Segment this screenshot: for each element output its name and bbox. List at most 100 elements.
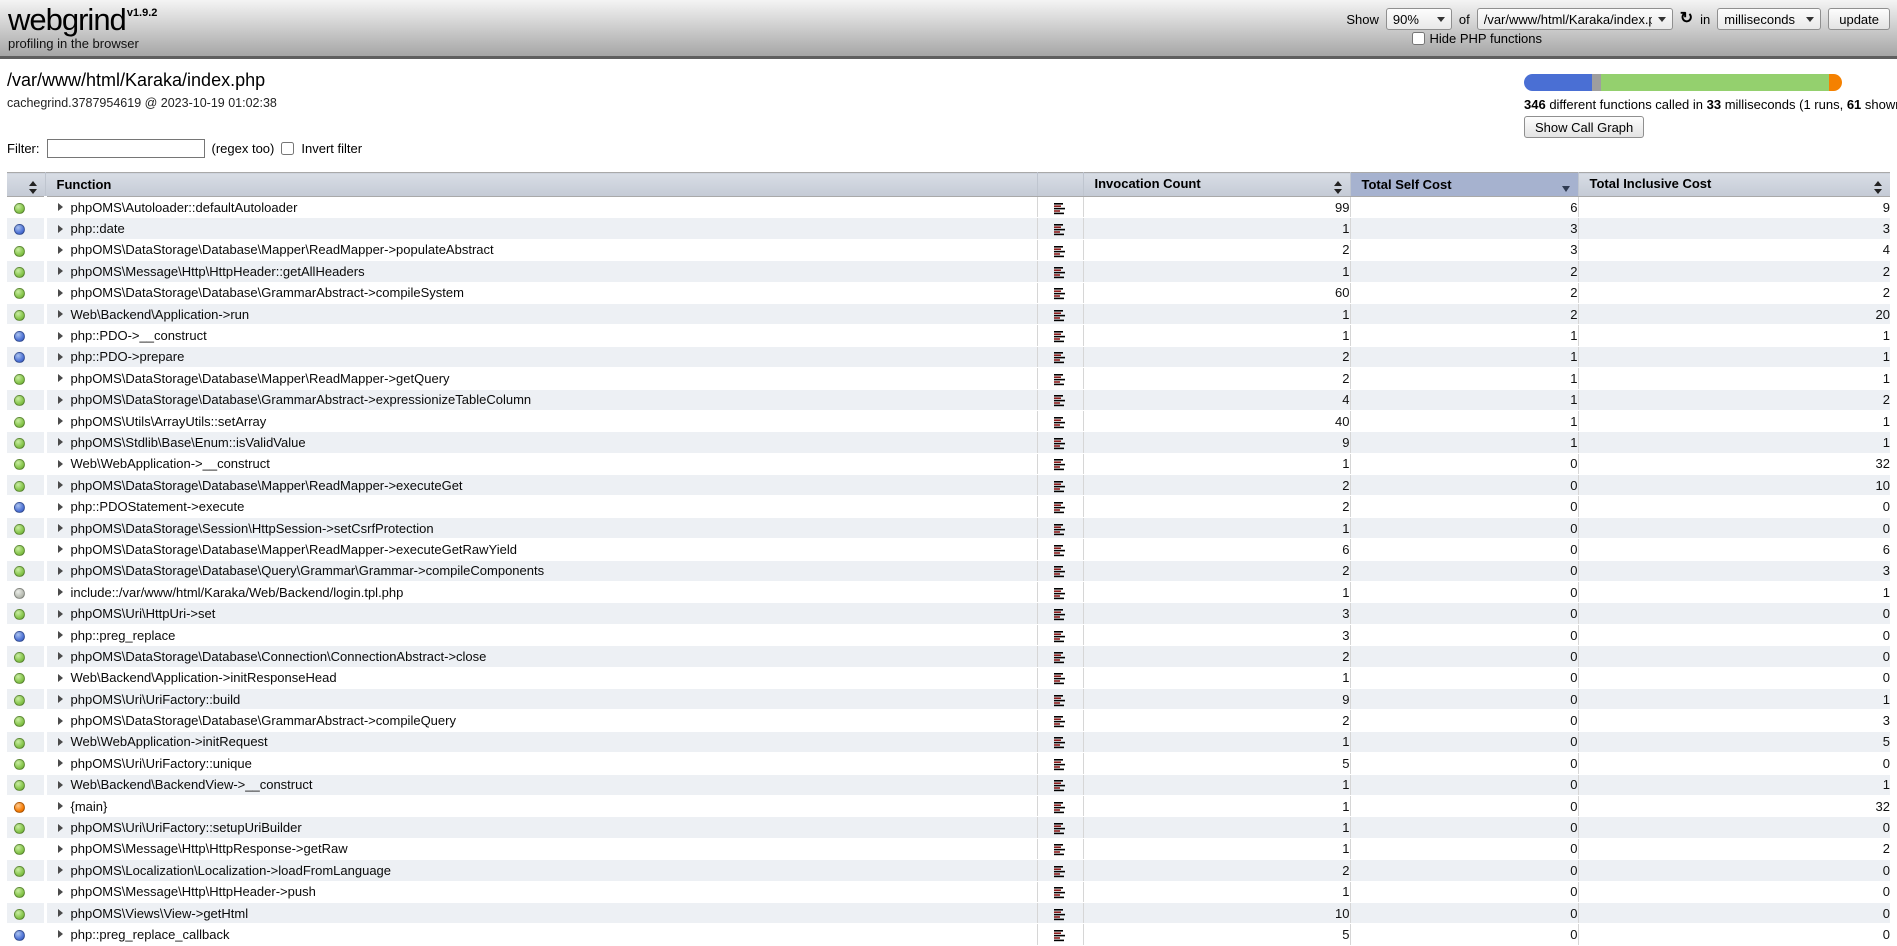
expand-arrow-icon[interactable] (58, 781, 63, 789)
function-name-cell[interactable]: phpOMS\Uri\UriFactory::setupUriBuilder (45, 817, 1037, 838)
expand-arrow-icon[interactable] (58, 567, 63, 575)
function-name-cell[interactable]: phpOMS\DataStorage\Database\Mapper\ReadM… (45, 539, 1037, 560)
function-name-cell[interactable]: phpOMS\Uri\HttpUri->set (45, 603, 1037, 624)
function-name-cell[interactable]: phpOMS\DataStorage\Session\HttpSession->… (45, 517, 1037, 538)
expand-arrow-icon[interactable] (58, 310, 63, 318)
cost-unit-select[interactable]: milliseconds (1717, 8, 1821, 30)
view-source-cell[interactable] (1037, 325, 1083, 346)
hide-php-checkbox[interactable] (1412, 32, 1425, 45)
self-cost-column-header[interactable]: Total Self Cost (1350, 173, 1578, 197)
update-button[interactable]: update (1828, 8, 1890, 30)
function-name-cell[interactable]: Web\WebApplication->__construct (45, 453, 1037, 474)
expand-arrow-icon[interactable] (58, 930, 63, 938)
function-name-cell[interactable]: phpOMS\Message\Http\HttpHeader::getAllHe… (45, 261, 1037, 282)
function-name-cell[interactable]: phpOMS\Uri\UriFactory::unique (45, 753, 1037, 774)
filter-input[interactable] (47, 139, 205, 158)
expand-arrow-icon[interactable] (58, 674, 63, 682)
view-source-cell[interactable] (1037, 410, 1083, 431)
view-source-cell[interactable] (1037, 517, 1083, 538)
cachegrind-file-select[interactable]: /var/www/html/Karaka/index.p (1477, 8, 1673, 30)
expand-arrow-icon[interactable] (58, 652, 63, 660)
function-name-cell[interactable]: phpOMS\Stdlib\Base\Enum::isValidValue (45, 432, 1037, 453)
expand-arrow-icon[interactable] (58, 545, 63, 553)
function-name-cell[interactable]: phpOMS\Views\View->getHtml (45, 902, 1037, 923)
expand-arrow-icon[interactable] (58, 717, 63, 725)
view-source-cell[interactable] (1037, 924, 1083, 945)
function-name-cell[interactable]: php::PDOStatement->execute (45, 496, 1037, 517)
view-source-cell[interactable] (1037, 817, 1083, 838)
expand-arrow-icon[interactable] (58, 267, 63, 275)
expand-arrow-icon[interactable] (58, 759, 63, 767)
expand-arrow-icon[interactable] (58, 246, 63, 254)
view-source-cell[interactable] (1037, 838, 1083, 859)
view-source-cell[interactable] (1037, 603, 1083, 624)
function-name-cell[interactable]: phpOMS\DataStorage\Database\Query\Gramma… (45, 560, 1037, 581)
view-source-cell[interactable] (1037, 303, 1083, 324)
view-source-cell[interactable] (1037, 389, 1083, 410)
percent-select[interactable]: 90% (1386, 8, 1452, 30)
view-source-cell[interactable] (1037, 496, 1083, 517)
expand-arrow-icon[interactable] (58, 438, 63, 446)
function-name-cell[interactable]: Web\Backend\Application->run (45, 303, 1037, 324)
view-source-cell[interactable] (1037, 282, 1083, 303)
expand-arrow-icon[interactable] (58, 503, 63, 511)
function-name-cell[interactable]: php::preg_replace (45, 624, 1037, 645)
view-source-cell[interactable] (1037, 688, 1083, 709)
expand-arrow-icon[interactable] (58, 802, 63, 810)
view-source-cell[interactable] (1037, 475, 1083, 496)
function-name-cell[interactable]: phpOMS\Autoloader::defaultAutoloader (45, 197, 1037, 218)
view-source-cell[interactable] (1037, 731, 1083, 752)
refresh-icon[interactable]: ↻ (1680, 11, 1693, 27)
view-source-cell[interactable] (1037, 774, 1083, 795)
view-source-cell[interactable] (1037, 646, 1083, 667)
view-source-cell[interactable] (1037, 218, 1083, 239)
show-call-graph-button[interactable]: Show Call Graph (1524, 116, 1644, 138)
function-name-cell[interactable]: phpOMS\DataStorage\Database\Mapper\ReadM… (45, 368, 1037, 389)
function-name-cell[interactable]: phpOMS\DataStorage\Database\Mapper\ReadM… (45, 475, 1037, 496)
expand-arrow-icon[interactable] (58, 588, 63, 596)
expand-arrow-icon[interactable] (58, 695, 63, 703)
view-source-cell[interactable] (1037, 261, 1083, 282)
expand-arrow-icon[interactable] (58, 460, 63, 468)
function-name-cell[interactable]: phpOMS\DataStorage\Database\Connection\C… (45, 646, 1037, 667)
expand-arrow-icon[interactable] (58, 353, 63, 361)
expand-arrow-icon[interactable] (58, 824, 63, 832)
view-source-cell[interactable] (1037, 346, 1083, 367)
expand-arrow-icon[interactable] (58, 738, 63, 746)
view-source-cell[interactable] (1037, 582, 1083, 603)
view-source-cell[interactable] (1037, 368, 1083, 389)
view-source-cell[interactable] (1037, 881, 1083, 902)
view-source-cell[interactable] (1037, 667, 1083, 688)
view-source-cell[interactable] (1037, 860, 1083, 881)
view-source-cell[interactable] (1037, 710, 1083, 731)
expand-arrow-icon[interactable] (58, 374, 63, 382)
view-source-cell[interactable] (1037, 624, 1083, 645)
expand-arrow-icon[interactable] (58, 289, 63, 297)
function-name-cell[interactable]: php::PDO->prepare (45, 346, 1037, 367)
view-source-cell[interactable] (1037, 432, 1083, 453)
expand-arrow-icon[interactable] (58, 417, 63, 425)
inclusive-cost-column-header[interactable]: Total Inclusive Cost (1578, 173, 1890, 197)
function-name-cell[interactable]: phpOMS\Message\Http\HttpHeader->push (45, 881, 1037, 902)
function-name-cell[interactable]: Web\WebApplication->initRequest (45, 731, 1037, 752)
function-name-cell[interactable]: {main} (45, 795, 1037, 816)
expand-arrow-icon[interactable] (58, 225, 63, 233)
function-name-cell[interactable]: php::date (45, 218, 1037, 239)
expand-arrow-icon[interactable] (58, 888, 63, 896)
view-source-cell[interactable] (1037, 902, 1083, 923)
invert-filter-checkbox[interactable] (281, 142, 294, 155)
view-source-cell[interactable] (1037, 795, 1083, 816)
invocation-column-header[interactable]: Invocation Count (1083, 173, 1350, 197)
expand-arrow-icon[interactable] (58, 631, 63, 639)
expand-arrow-icon[interactable] (58, 845, 63, 853)
function-name-cell[interactable]: Web\Backend\BackendView->__construct (45, 774, 1037, 795)
color-column-header[interactable] (7, 173, 45, 197)
expand-arrow-icon[interactable] (58, 524, 63, 532)
expand-arrow-icon[interactable] (58, 909, 63, 917)
function-name-cell[interactable]: phpOMS\DataStorage\Database\GrammarAbstr… (45, 389, 1037, 410)
function-name-cell[interactable]: phpOMS\Localization\Localization->loadFr… (45, 860, 1037, 881)
view-source-cell[interactable] (1037, 239, 1083, 260)
function-name-cell[interactable]: include::/var/www/html/Karaka/Web/Backen… (45, 582, 1037, 603)
expand-arrow-icon[interactable] (58, 610, 63, 618)
expand-arrow-icon[interactable] (58, 203, 63, 211)
